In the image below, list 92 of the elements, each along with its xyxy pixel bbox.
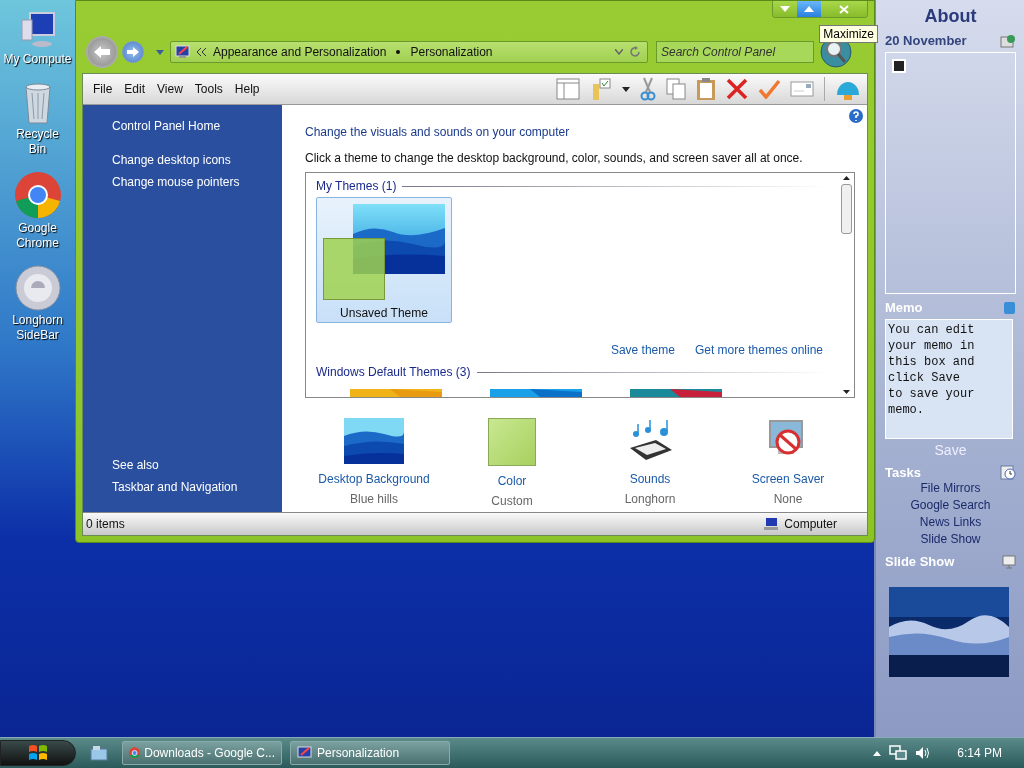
tasks-heading: Tasks [885,464,921,480]
setting-link[interactable]: Sounds [629,472,671,486]
desktop-icon-label[interactable]: Longhorn SideBar [7,313,68,343]
close-button[interactable] [821,1,867,17]
checkmark-icon[interactable] [758,79,780,99]
calendar-date: 20 November [885,33,967,48]
scroll-up-icon[interactable] [843,176,850,180]
close-icon [839,4,849,14]
task-link[interactable]: Control Panel Home [112,119,282,133]
menu-item[interactable]: Tools [194,82,223,96]
setting-value: None [773,492,803,506]
computer-icon [764,518,779,530]
see-also-heading: See also [112,458,160,472]
explorer-icon[interactable] [90,745,108,761]
clock[interactable]: 6:14 PM [957,746,1002,760]
setting-value: Blue hills [350,492,398,506]
menu-item[interactable]: View [157,82,183,96]
scroll-down-icon[interactable] [843,390,850,394]
menu-item[interactable]: File [93,82,113,96]
refresh-icon[interactable] [629,46,641,58]
chevrons-icon [197,48,207,56]
calendar-icon[interactable] [1000,33,1016,48]
control-panel-icon [297,746,313,760]
task-link[interactable]: News Links [919,514,982,531]
task-link[interactable]: Google Search [910,497,991,514]
dropdown-caret-icon[interactable] [622,86,630,92]
breadcrumb[interactable]: Appearance and Personalization [213,45,387,59]
menu-item[interactable]: Edit [124,82,146,96]
scrollbar[interactable] [839,173,854,397]
down-triangle-icon [779,5,791,13]
group-heading: My Themes (1) [316,179,397,193]
setting-link[interactable]: Desktop Background [318,472,430,486]
start-button[interactable] [0,740,76,766]
note-icon[interactable] [892,59,906,73]
task-link[interactable]: Change desktop icons [112,153,282,167]
minimize-button[interactable] [773,1,797,17]
delete-icon[interactable] [726,78,748,100]
chrome-icon[interactable] [13,171,62,219]
back-arrow-icon [92,44,112,60]
see-also-link[interactable]: Taskbar and Navigation [112,480,282,494]
setting-link[interactable]: Screen Saver [751,472,825,486]
theme-tile[interactable]: Unsaved Theme [316,197,452,323]
notebook-icon[interactable] [1002,300,1016,315]
help-icon[interactable] [849,109,863,123]
memo-heading: Memo [885,300,923,315]
paste-icon[interactable] [696,77,716,101]
windows-logo [28,744,48,762]
setting-link[interactable]: Color [497,474,527,488]
tray-arrow-icon[interactable] [873,750,882,756]
task-link[interactable]: File Mirrors [920,480,981,497]
status-location: Computer [784,517,837,531]
theme-link[interactable]: Save theme [610,343,675,357]
volume-icon[interactable] [915,746,932,760]
network-icon[interactable] [889,745,908,761]
color-swatch [323,238,385,300]
chrome-icon [129,746,141,760]
taskbar-button[interactable]: Downloads - Google C... [122,741,282,765]
color-swatch[interactable] [488,418,536,466]
page-description: Click a theme to change the desktop background, color, sounds, and screen saver all at once. [305,151,804,165]
search-field[interactable]: Search Control Panel [656,41,814,63]
up-triangle-icon [803,5,815,13]
status-text: 0 items [86,517,125,531]
address-bar[interactable]: Appearance and Personalization Personalization [170,41,648,63]
group-heading: Windows Default Themes (3) [316,365,471,379]
separator-icon [396,50,401,54]
tooltip: Maximize [819,25,878,43]
taskbar-button[interactable]: Personalization [290,741,450,765]
sidebar-title[interactable]: About [924,6,977,27]
task-link[interactable]: Change mouse pointers [112,175,282,189]
task-link[interactable]: Slide Show [920,531,981,548]
layout-icon[interactable] [556,78,580,100]
breadcrumb[interactable]: Personalization [410,45,493,59]
setting-value: Longhorn [624,492,676,506]
envelope-icon[interactable] [790,80,814,98]
page-heading: Change the visuals and sounds on your computer [305,125,571,139]
cut-icon[interactable] [640,77,656,101]
control-panel-icon [175,45,191,59]
clock-icon[interactable] [1000,464,1016,480]
maximize-button[interactable] [797,1,821,17]
memo-field[interactable]: You can edit your memo in this box and click Save to save your memo. [885,319,1013,439]
sphere-icon[interactable] [14,265,61,311]
setting-value: Custom [491,494,533,508]
forward-arrow-icon [126,46,140,58]
menu-item[interactable]: Help [234,82,260,96]
back-button[interactable] [86,36,118,68]
copy-icon[interactable] [666,78,686,100]
scroll-thumb[interactable] [841,184,852,234]
folder-icon[interactable] [590,78,612,100]
forward-button[interactable] [122,41,144,63]
monitor-icon[interactable] [1002,554,1016,569]
theme-link[interactable]: Get more themes online [694,343,823,357]
slideshow-heading: Slide Show [885,554,955,569]
